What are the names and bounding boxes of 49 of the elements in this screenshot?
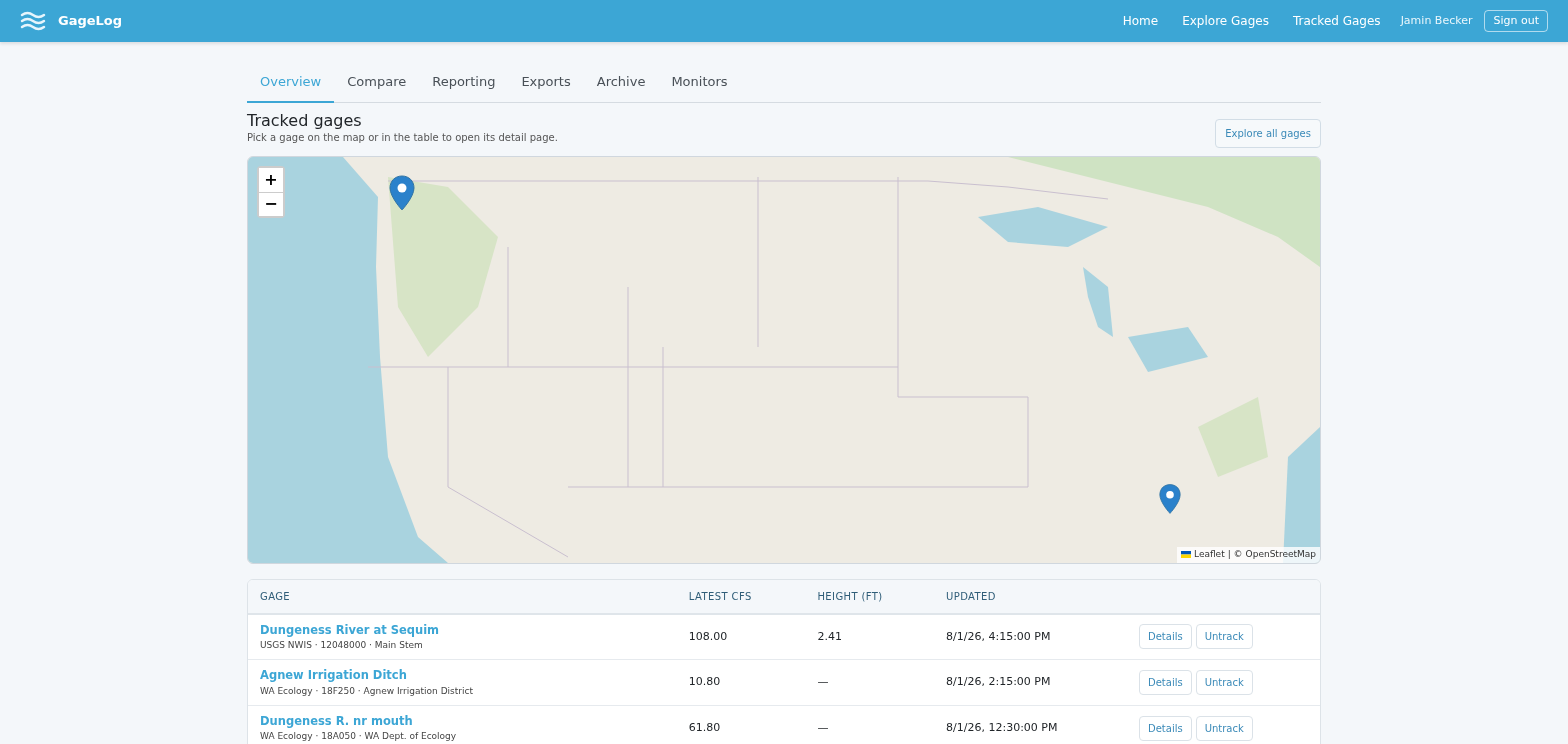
details-button[interactable]: Details: [1139, 670, 1192, 696]
gage-name-link[interactable]: Dungeness River at Sequim: [260, 621, 665, 639]
nav-link[interactable]: Home: [1114, 12, 1167, 30]
waves-logo-icon: [20, 10, 46, 32]
attribution-separator: | ©: [1227, 548, 1243, 561]
updated-cell: 8/1/26, 12:30:00 PM: [934, 705, 1127, 744]
zoom-out-button[interactable]: −: [259, 191, 283, 216]
page-title: Tracked gages: [247, 110, 363, 130]
explore-all-gages-button[interactable]: Explore all gages: [1215, 118, 1321, 148]
untrack-button[interactable]: Untrack: [1195, 670, 1253, 696]
gage-name-link[interactable]: Dungeness R. nr mouth: [260, 713, 665, 731]
details-button[interactable]: Details: [1139, 715, 1192, 741]
tab[interactable]: Compare: [334, 64, 420, 103]
column-header: HEIGHT (FT): [805, 579, 935, 614]
column-header: LATEST CFS: [676, 579, 806, 614]
untrack-button[interactable]: Untrack: [1195, 624, 1253, 650]
tab[interactable]: Archive: [583, 64, 659, 103]
height-cell: —: [805, 705, 935, 744]
map-pin-icon[interactable]: [1159, 482, 1181, 515]
cfs-cell: 61.80: [676, 705, 806, 744]
untrack-button[interactable]: Untrack: [1195, 715, 1253, 741]
flag-icon: [1181, 551, 1192, 559]
gage-name-link[interactable]: Agnew Irrigation Ditch: [260, 667, 665, 685]
brand-name[interactable]: GageLog: [58, 11, 123, 31]
gage-meta: WA Ecology · 18F250 · Agnew Irrigation District: [260, 684, 474, 698]
user-name: Jamin Becker: [1400, 12, 1473, 29]
tab[interactable]: Exports: [508, 64, 584, 103]
details-button[interactable]: Details: [1139, 624, 1192, 650]
cfs-cell: 108.00: [676, 613, 806, 660]
column-header: UPDATED: [934, 579, 1127, 614]
updated-cell: 8/1/26, 2:15:00 PM: [934, 659, 1127, 706]
nav-link[interactable]: Tracked Gages: [1284, 12, 1389, 30]
openstreetmap-link[interactable]: OpenStreetMap: [1245, 548, 1316, 562]
tab[interactable]: Reporting: [419, 64, 509, 103]
sign-out-button[interactable]: Sign out: [1484, 9, 1548, 33]
gage-meta: USGS NWIS · 12048000 · Main Stem: [260, 638, 424, 652]
column-header: GAGE: [248, 579, 677, 614]
map-panel[interactable]: + − Leaflet | © OpenStreetMap: [247, 155, 1321, 564]
tab[interactable]: Monitors: [658, 64, 741, 103]
nav-link[interactable]: Explore Gages: [1174, 12, 1277, 30]
updated-cell: 8/1/26, 4:15:00 PM: [934, 613, 1127, 660]
gage-meta: WA Ecology · 18A050 · WA Dept. of Ecology: [260, 730, 458, 744]
leaflet-link[interactable]: Leaflet: [1194, 548, 1225, 562]
map-pin-icon[interactable]: [389, 174, 415, 211]
cfs-cell: 10.80: [676, 659, 806, 706]
page-subtitle: Pick a gage on the map or in the table to open its detail page.: [247, 130, 558, 145]
height-cell: —: [805, 659, 935, 706]
height-cell: 2.41: [805, 613, 935, 660]
tab[interactable]: Overview: [247, 64, 335, 103]
